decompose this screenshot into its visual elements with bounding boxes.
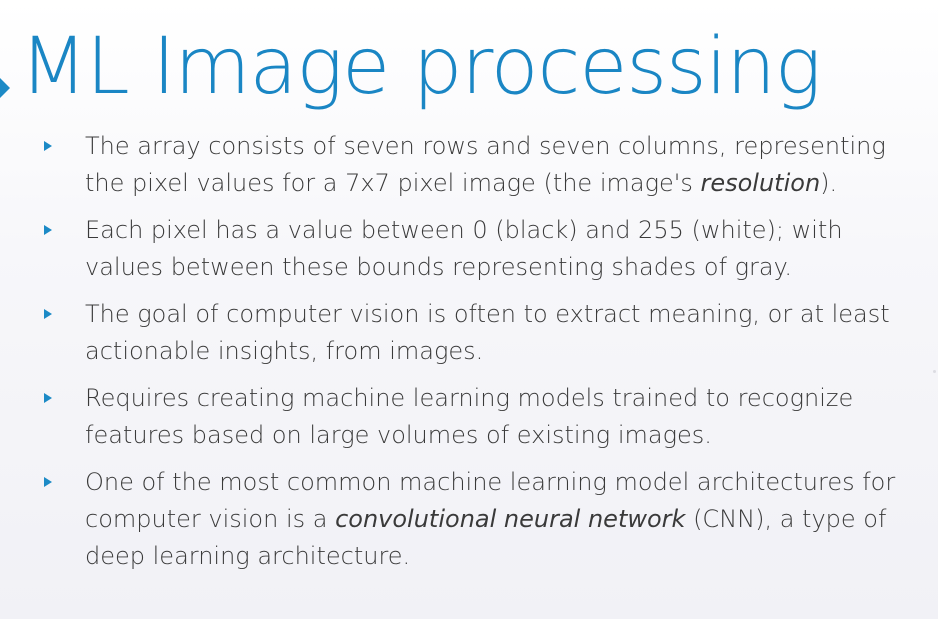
bullet-emphasis: resolution [700, 169, 821, 197]
bullet-item: One of the most common machine learning … [44, 464, 914, 575]
bullet-item: The array consists of seven rows and sev… [44, 128, 914, 202]
bullet-text: Each pixel has a value between 0 (black)… [85, 216, 843, 281]
bullet-text: The goal of computer vision is often to … [85, 300, 890, 365]
bullet-triangle-icon [44, 477, 52, 487]
bullet-triangle-icon [44, 393, 52, 403]
bullet-text: Requires creating machine learning model… [85, 384, 854, 449]
edge-dot [933, 370, 936, 373]
bullet-triangle-icon [44, 141, 52, 151]
bullet-item: The goal of computer vision is often to … [44, 296, 914, 370]
bullet-emphasis: convolutional neural network [335, 505, 686, 533]
bullet-triangle-icon [44, 309, 52, 319]
bullet-triangle-icon [44, 225, 52, 235]
bullet-list: The array consists of seven rows and sev… [44, 128, 914, 585]
title-accent-triangle-icon [0, 78, 10, 98]
bullet-item: Each pixel has a value between 0 (black)… [44, 212, 914, 286]
bullet-item: Requires creating machine learning model… [44, 380, 914, 454]
bullet-text: ). [820, 169, 838, 197]
slide: ML Image processing The array consists o… [0, 0, 938, 619]
slide-title: ML Image processing [20, 22, 822, 112]
